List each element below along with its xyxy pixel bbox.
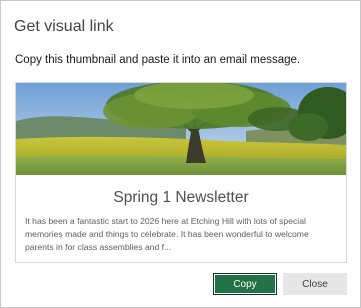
thumbnail-image	[16, 83, 346, 175]
dialog-title: Get visual link	[14, 18, 114, 35]
landscape-tree-photo-icon	[16, 83, 346, 175]
dialog-instruction: Copy this thumbnail and paste it into an…	[15, 54, 301, 66]
copy-button[interactable]: Copy	[213, 273, 277, 295]
newsletter-description: It has been a fantastic start to 2026 he…	[25, 216, 309, 252]
get-visual-link-dialog: Get visual link Copy this thumbnail and …	[0, 0, 361, 308]
newsletter-title: Spring 1 Newsletter	[113, 189, 249, 206]
thumbnail-card[interactable]: Spring 1 Newsletter It has been a fantas…	[15, 82, 347, 263]
close-button[interactable]: Close	[283, 273, 347, 295]
